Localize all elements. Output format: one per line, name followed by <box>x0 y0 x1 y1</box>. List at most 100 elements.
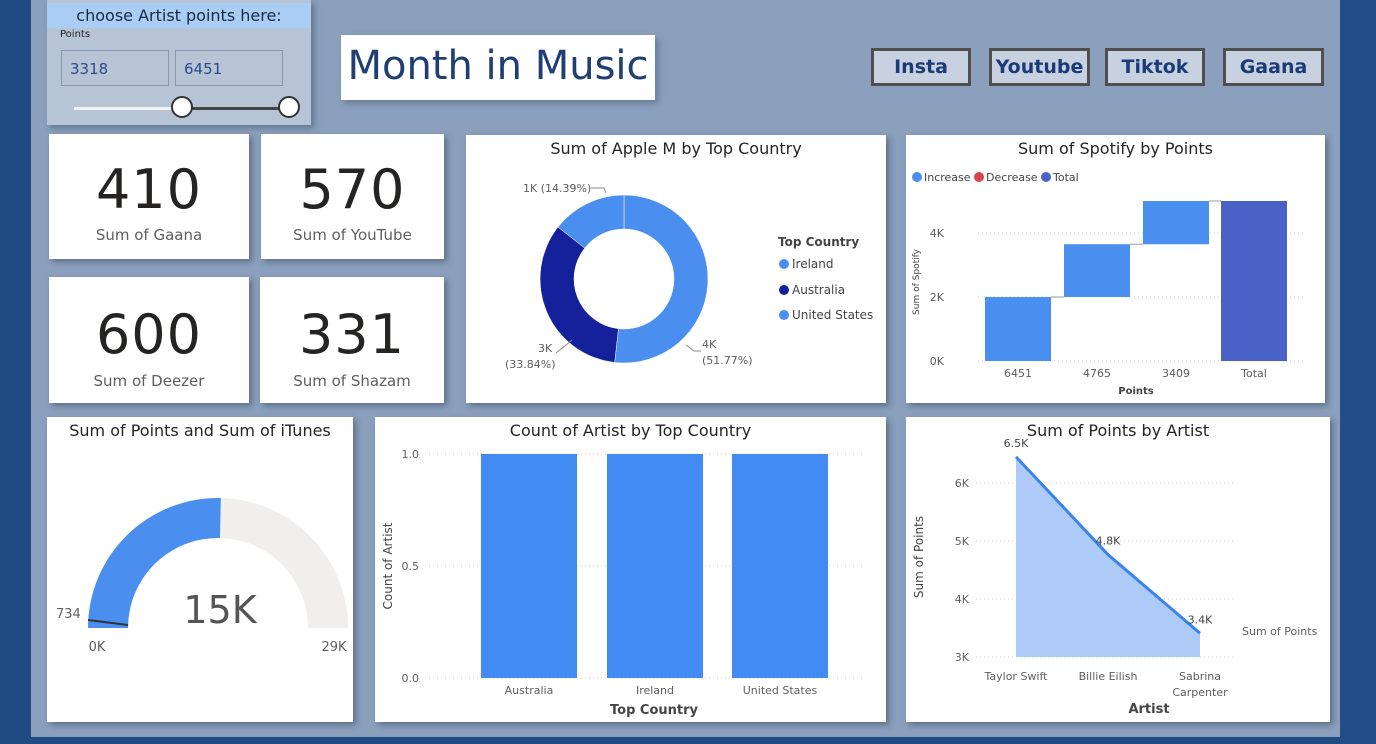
column-bar[interactable] <box>732 454 828 678</box>
data-label: 6.5K <box>1004 437 1029 450</box>
kpi-card-deezer[interactable]: 600 Sum of Deezer <box>49 277 249 403</box>
x-tick: 6451 <box>1004 367 1032 380</box>
data-label: 4.8K <box>1096 535 1121 548</box>
kpi-label: Sum of Deezer <box>93 372 205 390</box>
x-tick: Taylor Swift <box>984 670 1049 683</box>
x-tick: Australia <box>505 684 554 697</box>
slicer-min-input[interactable]: 3318 <box>61 50 169 86</box>
gauge-max-label: 29K <box>321 640 347 655</box>
slice-label-australia: 3K <box>538 342 553 355</box>
area-chart-svg: 6K 5K 4K 3K Sum of Points 6.5K 4.8K 3.4K T… <box>912 437 1318 717</box>
legend-marker-increase <box>912 172 922 182</box>
column-bar[interactable] <box>481 454 577 678</box>
gauge-target-label: 734 <box>56 607 81 622</box>
column-bar[interactable] <box>607 454 703 678</box>
legend-item-sum-of-points[interactable]: Sum of Points <box>1242 625 1318 638</box>
x-tick: Billie Eilish <box>1079 670 1138 683</box>
donut-chart-card[interactable]: Sum of Apple M by Top Country 1K (14.39%… <box>466 135 886 403</box>
slicer-header: choose Artist points here: <box>47 3 311 28</box>
slicer-label: Points <box>60 29 91 40</box>
donut-slice-united-states[interactable] <box>614 194 709 364</box>
x-tick: Total <box>1240 367 1267 380</box>
insta-button[interactable]: Insta <box>871 48 971 86</box>
kpi-label: Sum of Shazam <box>293 372 411 390</box>
y-tick: 0.0 <box>402 672 420 685</box>
y-tick: 0.5 <box>402 560 420 573</box>
slider-max-handle[interactable] <box>278 96 300 118</box>
donut-slices[interactable] <box>539 194 709 364</box>
slider-min-handle[interactable] <box>171 96 193 118</box>
y-tick: 4K <box>930 227 945 240</box>
column-chart-card[interactable]: Count of Artist by Top Country 1.0 0.5 0… <box>375 417 886 722</box>
legend-item-decrease[interactable]: Decrease <box>986 171 1038 184</box>
y-axis-label: Sum of Points <box>912 516 926 598</box>
y-tick: 5K <box>955 535 970 548</box>
x-axis-label: Artist <box>1128 702 1169 717</box>
legend-marker-decrease <box>974 172 984 182</box>
y-tick: 6K <box>955 477 970 490</box>
legend-marker-australia <box>779 285 789 295</box>
leader-line <box>685 344 701 352</box>
gauge-min-label: 0K <box>89 640 106 655</box>
legend-marker-us <box>779 310 789 320</box>
waterfall-bar[interactable] <box>1221 201 1287 361</box>
gaana-button[interactable]: Gaana <box>1223 48 1324 86</box>
legend-marker-ireland <box>779 259 789 269</box>
x-axis-label: Top Country <box>610 703 699 718</box>
gauge-chart-card[interactable]: Sum of Points and Sum of iTunes 15K 734 … <box>47 417 353 722</box>
tiktok-button[interactable]: Tiktok <box>1105 48 1205 86</box>
slice-label-australia-pct: (33.84%) <box>505 358 556 371</box>
waterfall-bar[interactable] <box>985 297 1051 361</box>
slice-label-us: 4K <box>702 338 717 351</box>
leader-line <box>591 187 607 194</box>
waterfall-chart-svg: Increase Decrease Total 4K 2K 0K Sum of … <box>912 171 1306 397</box>
y-axis-label: Sum of Spotify <box>912 248 922 315</box>
gauge-svg: 15K 734 0K 29K <box>56 498 348 655</box>
x-tick: 3409 <box>1162 367 1190 380</box>
gauge-value: 15K <box>183 588 257 632</box>
waterfall-bar[interactable] <box>1143 201 1209 245</box>
youtube-button[interactable]: Youtube <box>989 48 1090 86</box>
kpi-label: Sum of YouTube <box>293 226 412 244</box>
legend-marker-total <box>1041 172 1051 182</box>
legend-item-us[interactable]: United States <box>792 308 873 322</box>
x-axis-label: Points <box>1118 386 1154 397</box>
slicer-max-input[interactable]: 6451 <box>175 50 283 86</box>
y-tick: 0K <box>930 355 945 368</box>
column-chart-svg: 1.0 0.5 0.0 Count of Artist Australia Ire… <box>381 448 865 718</box>
area-chart-card[interactable]: Sum of Points by Artist 6K 5K 4K 3K Sum … <box>906 417 1330 722</box>
y-tick: 3K <box>955 651 970 664</box>
legend-item-total[interactable]: Total <box>1052 171 1079 184</box>
kpi-value: 331 <box>298 303 406 366</box>
x-tick: Ireland <box>636 684 674 697</box>
legend-item-ireland[interactable]: Ireland <box>792 257 834 271</box>
slice-label-ireland: 1K (14.39%) <box>523 182 591 195</box>
waterfall-chart-card[interactable]: Sum of Spotify by Points Increase Decrea… <box>906 135 1325 403</box>
window-edge <box>1340 0 1376 744</box>
x-tick: 4765 <box>1083 367 1111 380</box>
y-tick: 2K <box>930 291 945 304</box>
x-tick: Carpenter <box>1172 686 1228 699</box>
report-title: Month in Music <box>341 35 655 100</box>
kpi-card-youtube[interactable]: 570 Sum of YouTube <box>261 134 444 259</box>
slice-label-us-pct: (51.77%) <box>702 354 753 367</box>
kpi-label: Sum of Gaana <box>95 226 203 244</box>
leader-line <box>555 339 573 354</box>
area-series[interactable]: 6.5K 4.8K 3.4K <box>1004 437 1213 657</box>
kpi-value: 600 <box>95 303 203 366</box>
x-tick: United States <box>743 684 818 697</box>
kpi-card-shazam[interactable]: 331 Sum of Shazam <box>260 277 444 403</box>
waterfall-bars[interactable] <box>985 200 1287 361</box>
kpi-card-gaana[interactable]: 410 Sum of Gaana <box>49 134 249 259</box>
data-label: 3.4K <box>1188 613 1213 626</box>
kpi-value: 570 <box>299 158 406 221</box>
y-tick: 4K <box>955 593 970 606</box>
legend-title: Top Country <box>778 235 859 249</box>
legend-item-increase[interactable]: Increase <box>924 171 971 184</box>
kpi-value: 410 <box>95 158 203 221</box>
column-bars[interactable]: Australia Ireland United States <box>481 454 828 697</box>
x-tick: Sabrina <box>1179 670 1221 683</box>
legend-item-australia[interactable]: Australia <box>792 283 845 297</box>
points-slicer: choose Artist points here: Points 3318 6… <box>47 0 311 125</box>
waterfall-bar[interactable] <box>1064 244 1130 297</box>
